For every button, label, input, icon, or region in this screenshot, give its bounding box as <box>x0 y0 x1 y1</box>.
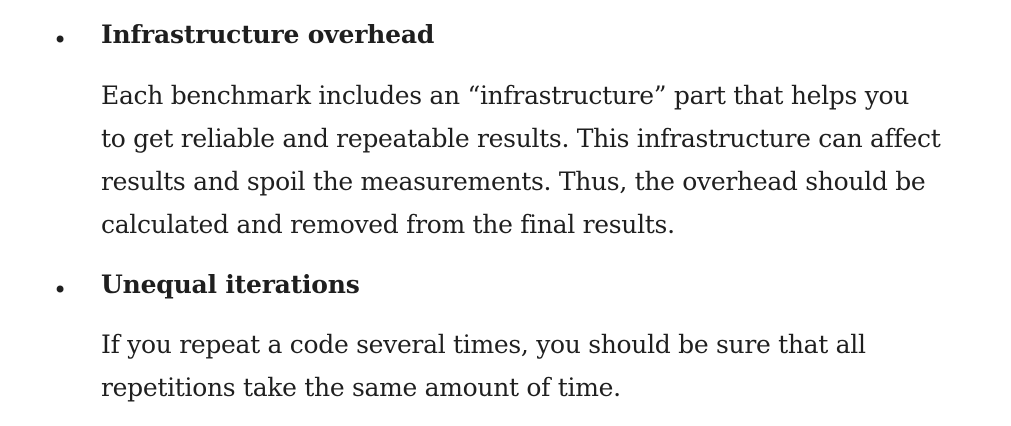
list-item-heading: Infrastructure overhead <box>101 20 435 49</box>
paragraph-line: to get reliable and repeatable results. … <box>101 124 941 153</box>
paragraph-line: repetitions take the same amount of time… <box>101 373 621 402</box>
list-item-infrastructure-overhead: • Infrastructure overhead Each benchmark… <box>0 0 1011 250</box>
list-item-paragraph: If you repeat a code several times, you … <box>101 323 981 409</box>
bullet-icon: • <box>53 276 68 304</box>
list-item-paragraph: Each benchmark includes an “infrastructu… <box>101 74 981 246</box>
paragraph-line: results and spoil the measurements. Thus… <box>101 167 926 196</box>
bullet-icon: • <box>53 26 68 54</box>
paragraph-line: Each benchmark includes an “infrastructu… <box>101 81 910 110</box>
list-item-heading: Unequal iterations <box>101 270 360 299</box>
list-item-unequal-iterations: • Unequal iterations If you repeat a cod… <box>0 250 1011 426</box>
bulleted-list: • Infrastructure overhead Each benchmark… <box>0 0 1011 426</box>
paragraph-line: calculated and removed from the final re… <box>101 210 675 239</box>
paragraph-line: If you repeat a code several times, you … <box>101 330 866 359</box>
